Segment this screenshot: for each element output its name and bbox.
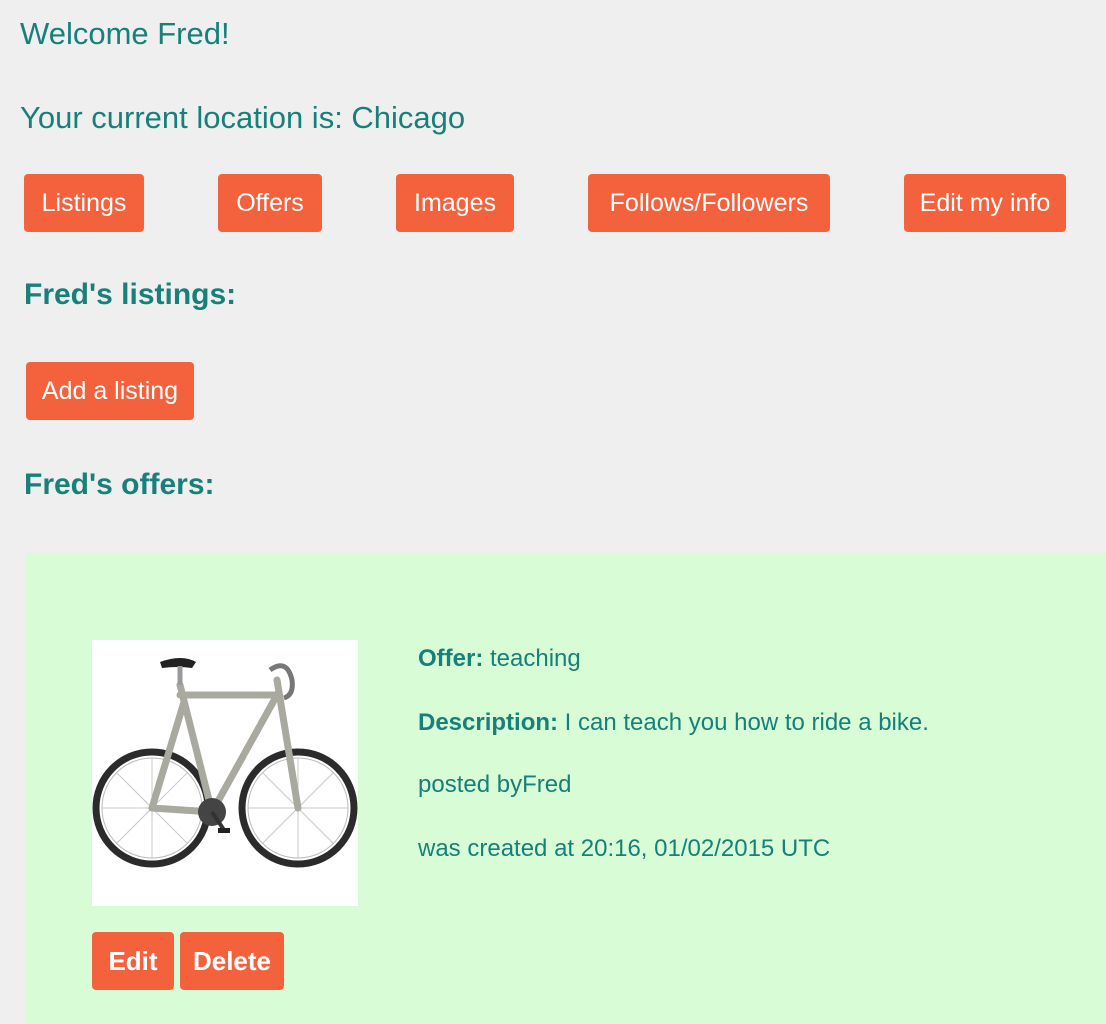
description-label: Description:: [418, 709, 559, 736]
edit-my-info-button[interactable]: Edit my info: [904, 174, 1066, 232]
listings-button[interactable]: Listings: [24, 174, 144, 232]
delete-offer-button[interactable]: Delete: [180, 932, 284, 990]
offer-card: Offer: teaching Description: I can teach…: [26, 553, 1106, 1024]
offer-description: Description: I can teach you how to ride…: [418, 707, 929, 739]
bicycle-image: [92, 640, 358, 906]
offers-button[interactable]: Offers: [218, 174, 322, 232]
listings-heading: Fred's listings:: [24, 278, 237, 311]
current-location: Your current location is: Chicago: [20, 100, 466, 135]
offer-type: Offer: teaching: [418, 643, 581, 675]
follows-followers-button[interactable]: Follows/Followers: [588, 174, 830, 232]
add-listing-button[interactable]: Add a listing: [26, 362, 194, 420]
description-value: I can teach you how to ride a bike.: [558, 709, 929, 736]
offer-value: teaching: [483, 645, 581, 672]
created-at: was created at 20:16, 01/02/2015 UTC: [418, 835, 831, 862]
posted-by: posted byFred: [418, 771, 572, 798]
offers-heading: Fred's offers:: [24, 468, 215, 501]
images-button[interactable]: Images: [396, 174, 514, 232]
offer-label: Offer:: [418, 645, 484, 672]
bicycle-icon: [92, 658, 358, 868]
welcome-heading: Welcome Fred!: [20, 16, 230, 51]
edit-offer-button[interactable]: Edit: [92, 932, 174, 990]
